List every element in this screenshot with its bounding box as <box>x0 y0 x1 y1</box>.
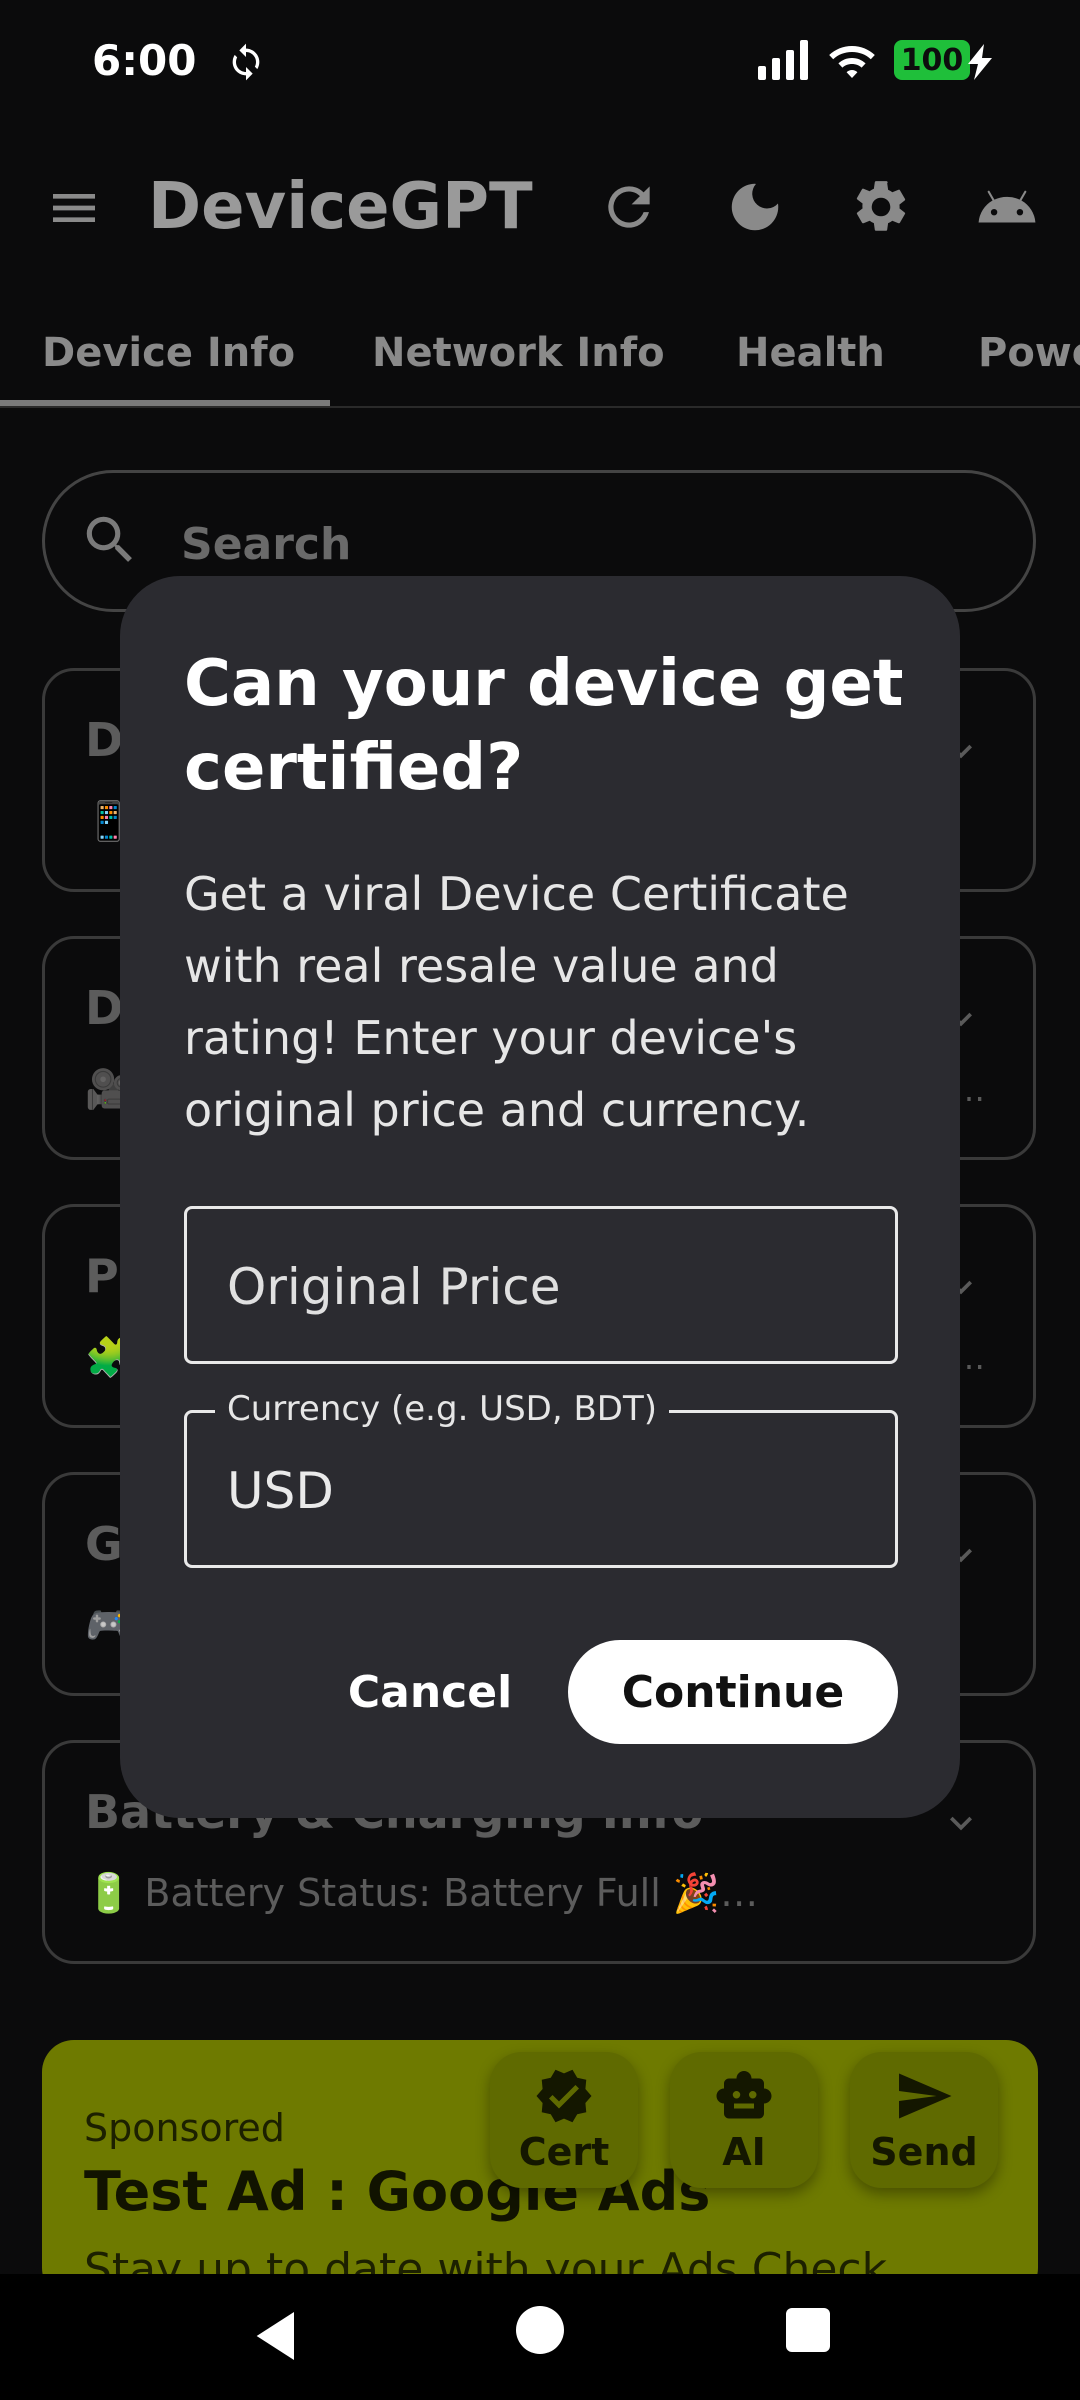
system-nav-bar <box>0 2274 1080 2400</box>
currency-field-label: Currency (e.g. USD, BDT) <box>215 1389 669 1429</box>
cancel-button[interactable]: Cancel <box>320 1640 540 1744</box>
certification-dialog: Can your device get certified? Get a vir… <box>120 576 960 1818</box>
dialog-title: Can your device get certified? <box>184 647 904 805</box>
original-price-field[interactable] <box>184 1206 898 1364</box>
dialog-body: Get a viral Device Certificate with real… <box>184 867 849 1137</box>
currency-field[interactable]: Currency (e.g. USD, BDT) <box>184 1389 898 1568</box>
home-icon[interactable] <box>516 2306 564 2354</box>
continue-button[interactable]: Continue <box>568 1640 898 1744</box>
original-price-input[interactable] <box>225 1249 849 1325</box>
recents-icon[interactable] <box>786 2308 830 2352</box>
back-icon[interactable] <box>246 2304 310 2368</box>
currency-input[interactable] <box>225 1453 849 1529</box>
